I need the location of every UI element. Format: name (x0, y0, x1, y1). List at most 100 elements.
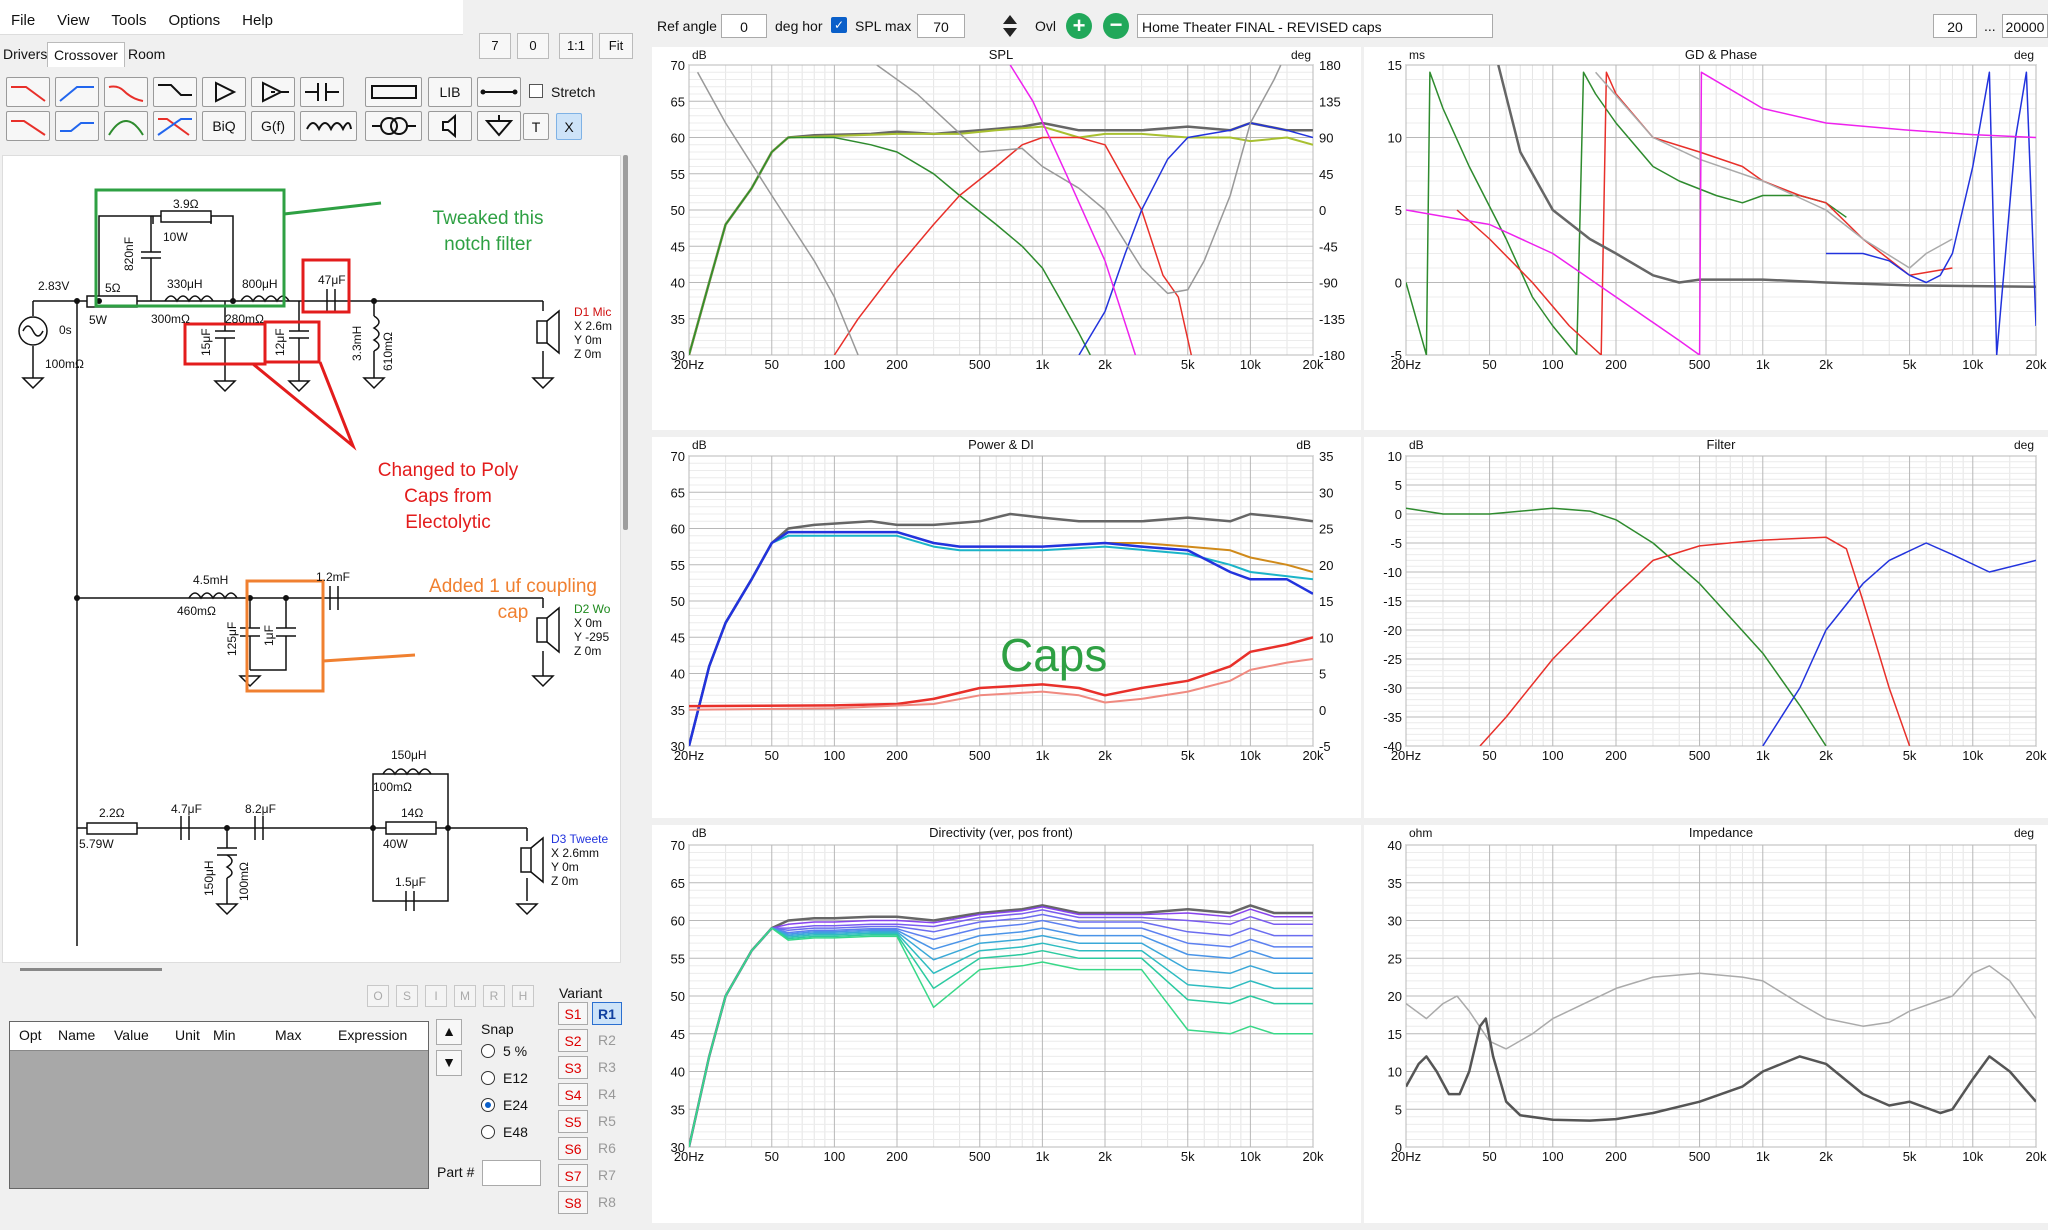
directivity-chart[interactable]: Directivity (ver, pos front)dB20Hz 50 100 2… (652, 825, 1361, 1223)
tab-crossover[interactable]: Crossover (47, 42, 125, 67)
biquad-button[interactable]: BiQ (202, 111, 246, 141)
text-tool-button[interactable]: T (523, 113, 549, 140)
schematic-scrollbar-horizontal[interactable] (20, 968, 162, 971)
variant-r2-button[interactable]: R2 (592, 1029, 622, 1052)
zoom-1-1-button[interactable]: 1:1 (559, 33, 593, 59)
menu-options[interactable]: Options (157, 8, 231, 34)
col-opt[interactable]: Opt (19, 1027, 42, 1043)
zoom-0-button[interactable]: 0 (517, 33, 549, 59)
crossover-schematic[interactable]: 2.83V 0s 100mΩ 3.9Ω 10W 820nF 5Ω 5W 330μ… (2, 155, 621, 963)
opt-m-button[interactable]: M (454, 985, 476, 1007)
ref-angle-input[interactable]: 0 (721, 14, 767, 38)
svg-text:Z 0m: Z 0m (574, 644, 601, 658)
variant-r3-button[interactable]: R3 (592, 1056, 622, 1079)
lowpass2-red-button[interactable] (6, 111, 50, 141)
spl-max-input[interactable]: 70 (917, 14, 965, 38)
tab-room[interactable]: Room (122, 42, 171, 66)
impedance-chart[interactable]: Impedanceohm deg20Hz 50 100 200 500 1k 2k 5k 10k 2… (1364, 825, 2048, 1223)
move-down-button[interactable]: ▼ (436, 1050, 462, 1076)
variant-r7-button[interactable]: R7 (592, 1164, 622, 1187)
ref-angle-label: Ref angle (657, 18, 717, 34)
library-button[interactable]: LIB (428, 77, 472, 107)
col-name[interactable]: Name (58, 1027, 95, 1043)
stretch-checkbox[interactable] (529, 84, 543, 98)
opt-i-button[interactable]: I (425, 985, 447, 1007)
svg-text:1μF: 1μF (262, 625, 276, 646)
col-expression[interactable]: Expression (338, 1027, 407, 1043)
menu-view[interactable]: View (46, 8, 100, 34)
col-value[interactable]: Value (114, 1027, 149, 1043)
spl-max-checkbox[interactable]: ✓ (831, 17, 847, 33)
col-min[interactable]: Min (213, 1027, 236, 1043)
x-tick-label: 200 (886, 1149, 908, 1164)
y-tick-label: 70 (671, 58, 685, 73)
variant-s1-button[interactable]: S1 (558, 1002, 588, 1025)
freq-min-input[interactable]: 20 (1933, 14, 1977, 38)
spl-max-spinner[interactable] (1000, 12, 1020, 40)
spl-chart[interactable]: SPLdB deg20Hz 50 100 200 500 1k 2k 5k 10k 20k70656… (652, 47, 1361, 430)
y2-tick-label: 0 (1319, 703, 1326, 718)
overlay-add-button[interactable]: + (1066, 13, 1092, 39)
variant-s7-button[interactable]: S7 (558, 1164, 588, 1187)
col-unit[interactable]: Unit (175, 1027, 200, 1043)
delete-tool-button[interactable]: X (556, 113, 582, 140)
highpass-blue-button[interactable] (55, 77, 99, 107)
menu-tools[interactable]: Tools (100, 8, 157, 34)
snap-5pct-radio[interactable] (481, 1044, 495, 1058)
capacitor-button[interactable] (300, 77, 344, 107)
variant-s6-button[interactable]: S6 (558, 1137, 588, 1160)
wire-button[interactable] (477, 77, 521, 107)
variant-r5-button[interactable]: R5 (592, 1110, 622, 1133)
y-tick-label: 10 (1388, 131, 1402, 146)
menu-help[interactable]: Help (231, 8, 284, 34)
col-max[interactable]: Max (275, 1027, 301, 1043)
variant-r1-button[interactable]: R1 (592, 1002, 622, 1025)
variant-s3-button[interactable]: S3 (558, 1056, 588, 1079)
optimizer-table[interactable]: Opt Name Value Unit Min Max Expression (9, 1021, 429, 1189)
variant-s5-button[interactable]: S5 (558, 1110, 588, 1133)
buffer-button[interactable] (251, 77, 295, 107)
opt-r-button[interactable]: R (483, 985, 505, 1007)
amplifier-button[interactable] (202, 77, 246, 107)
inductor-button[interactable] (300, 111, 357, 141)
gd-phase-chart[interactable]: GD & Phasems deg20Hz 50 100 200 500 1k 2k 5k 10k 2… (1364, 47, 2048, 430)
variant-r4-button[interactable]: R4 (592, 1083, 622, 1106)
tab-drivers[interactable]: Drivers (0, 42, 53, 66)
bandpass-green-button[interactable] (104, 111, 148, 141)
filter-chart[interactable]: FilterdB deg20Hz 50 100 200 500 1k 2k 5k 10k 20k10… (1364, 437, 2048, 818)
zoom-fit-button[interactable]: Fit (599, 33, 633, 59)
snap-e12-radio[interactable] (481, 1071, 495, 1085)
overlay-remove-button[interactable]: − (1103, 13, 1129, 39)
ground-button[interactable] (477, 111, 521, 141)
notch-red-button[interactable] (104, 77, 148, 107)
lowpass-red-button[interactable] (6, 77, 50, 107)
speaker-button[interactable] (428, 111, 472, 141)
crossover-button[interactable] (153, 111, 197, 141)
variant-s2-button[interactable]: S2 (558, 1029, 588, 1052)
move-up-button[interactable]: ▲ (436, 1019, 462, 1045)
allpass-blue-button[interactable] (55, 111, 99, 141)
snap-e48-radio[interactable] (481, 1125, 495, 1139)
opt-h-button[interactable]: H (512, 985, 534, 1007)
function-button[interactable]: G(f) (251, 111, 295, 141)
svg-text:1.5μF: 1.5μF (395, 875, 426, 889)
snap-e24-radio[interactable] (481, 1098, 495, 1112)
schematic-scrollbar-vertical[interactable] (623, 155, 628, 530)
y-tick-label: 55 (671, 167, 685, 182)
variant-s8-button[interactable]: S8 (558, 1191, 588, 1214)
snap-label: Snap (481, 1021, 514, 1037)
menu-file[interactable]: File (0, 8, 46, 34)
opt-s-button[interactable]: S (396, 985, 418, 1007)
variant-r8-button[interactable]: R8 (592, 1191, 622, 1214)
resistor-button[interactable] (365, 77, 422, 107)
transformer-button[interactable] (365, 111, 422, 141)
text-tool-label: T (531, 118, 541, 135)
part-number-input[interactable] (482, 1160, 541, 1186)
project-name-field[interactable]: Home Theater FINAL - REVISED caps (1137, 14, 1493, 38)
variant-r6-button[interactable]: R6 (592, 1137, 622, 1160)
variant-s4-button[interactable]: S4 (558, 1083, 588, 1106)
zoom-7-button[interactable]: 7 (479, 33, 511, 59)
freq-max-input[interactable]: 20000 (2002, 14, 2048, 38)
shelf-button[interactable] (153, 77, 197, 107)
opt-o-button[interactable]: O (367, 985, 389, 1007)
